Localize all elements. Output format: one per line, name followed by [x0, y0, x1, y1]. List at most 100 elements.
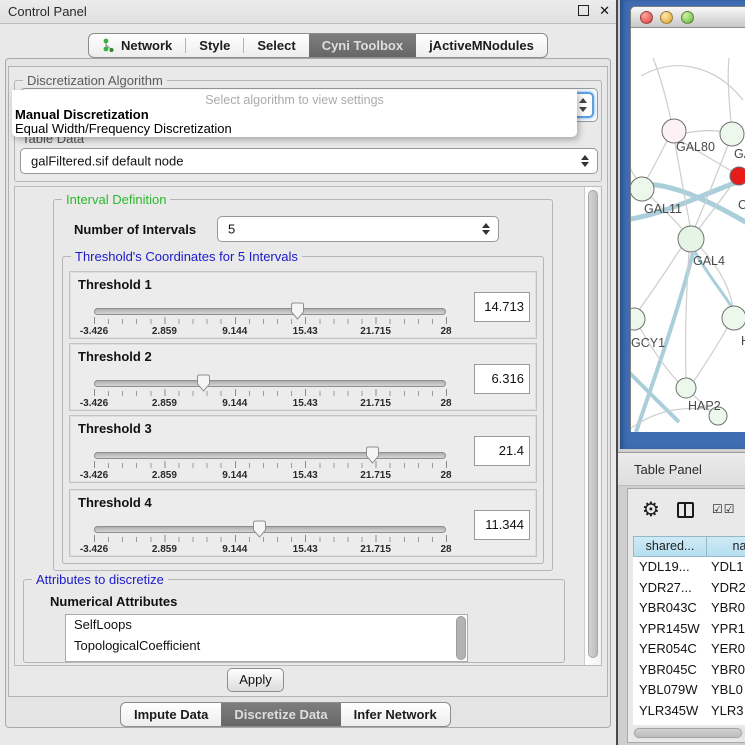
dropdown-option-equal-width[interactable]: Equal Width/Frequency Discretization [15, 121, 232, 136]
tab-select[interactable]: Select [244, 34, 308, 57]
discretization-algorithm-title: Discretization Algorithm [23, 73, 167, 88]
table-row[interactable]: YPR145WYPR1 [633, 619, 745, 640]
list-scrollbar[interactable] [456, 616, 466, 660]
network-icon [102, 38, 115, 53]
node-label-gal80: GAL80 [676, 140, 715, 154]
close-traffic-light-icon[interactable] [640, 11, 653, 24]
list-item[interactable]: TopologicalCoefficient [66, 636, 467, 657]
interval-definition-title: Interval Definition [62, 192, 170, 207]
gear-icon[interactable]: ⚙ [642, 497, 660, 521]
table-row[interactable]: YBL079WYBL0 [633, 680, 745, 701]
threshold-1-slider[interactable] [94, 308, 446, 315]
node-table: shared... na YDL19...YDL1 YDR27...YDR2 Y… [633, 536, 745, 725]
tab-cyni-toolbox[interactable]: Cyni Toolbox [309, 34, 416, 57]
network-window: GAL80 GA C GAL11 GAL4 GCY1 H HAP2 [630, 6, 745, 431]
minimize-traffic-light-icon[interactable] [660, 11, 673, 24]
tab-style[interactable]: Style [186, 34, 243, 57]
screen: Control Panel ✕ Network Style Se [0, 0, 745, 745]
node-gal11[interactable] [631, 177, 654, 201]
settings-scrollbar[interactable] [584, 187, 601, 665]
node-label-partial-h: H [741, 334, 745, 348]
threshold-1-value-field[interactable]: 14.713 [474, 292, 530, 322]
attributes-group-title: Attributes to discretize [32, 572, 168, 587]
checkboxes-icon[interactable]: ☑☑ [712, 502, 736, 516]
node-label-hap2: HAP2 [688, 399, 721, 413]
slider-tick-labels: -3.4262.8599.14415.4321.71528 [94, 544, 446, 556]
dropdown-option-manual[interactable]: Manual Discretization [15, 107, 149, 122]
numerical-attributes-list[interactable]: SelfLoops TopologicalCoefficient Between… [65, 614, 468, 662]
tab-discretize-data[interactable]: Discretize Data [221, 703, 340, 726]
settings-scrollbar-thumb[interactable] [588, 190, 598, 658]
tab-jactivemnodules[interactable]: jActiveMNodules [416, 34, 547, 57]
tab-impute-data[interactable]: Impute Data [121, 703, 221, 726]
network-graph [631, 28, 745, 432]
tab-jactive-label: jActiveMNodules [429, 38, 534, 53]
node-partial-top-right[interactable] [720, 122, 744, 146]
panel-title: Control Panel [8, 4, 87, 19]
combo-spinner-icon [580, 155, 589, 167]
column-header-name[interactable]: na [707, 536, 745, 557]
threshold-3-value-field[interactable]: 21.4 [474, 436, 530, 466]
table-row[interactable]: YBR043CYBR0 [633, 598, 745, 619]
node-hap2[interactable] [676, 378, 696, 398]
number-of-intervals-label: Number of Intervals [74, 222, 196, 237]
tab-discretize-label: Discretize Data [234, 707, 327, 722]
tab-impute-label: Impute Data [134, 707, 208, 722]
algorithm-dropdown-popup: Select algorithm to view settings Manual… [12, 90, 577, 137]
threshold-coordinates-title: Threshold's Coordinates for 5 Intervals [71, 249, 302, 264]
threshold-2-value-field[interactable]: 6.316 [474, 364, 530, 394]
table-row[interactable]: YDR27...YDR2 [633, 578, 745, 599]
network-window-titlebar[interactable] [631, 7, 745, 28]
node-red-selected[interactable] [730, 167, 745, 185]
bottom-tab-bar: Impute Data Discretize Data Infer Networ… [120, 702, 451, 727]
threshold-3-slider[interactable] [94, 452, 446, 459]
table-horizontal-scrollbar-thumb[interactable] [634, 728, 742, 738]
node-gcy1[interactable] [631, 308, 645, 330]
table-data-value: galFiltered.sif default node [31, 154, 183, 169]
tab-style-label: Style [199, 38, 230, 53]
tab-network[interactable]: Network [89, 34, 185, 57]
node-label-partial-ga: GA [734, 147, 745, 161]
interval-definition-group: Interval Definition Number of Intervals … [53, 199, 553, 571]
tab-infer-network[interactable]: Infer Network [341, 703, 450, 726]
slider-ticks-major [94, 461, 447, 468]
number-of-intervals-value: 5 [228, 222, 235, 237]
list-item[interactable]: SelfLoops [66, 615, 467, 636]
table-row[interactable]: YIL052CYIL0 [633, 721, 745, 725]
table-row[interactable]: YDL19...YDL1 [633, 557, 745, 578]
columns-icon[interactable] [677, 502, 694, 518]
close-icon[interactable]: ✕ [599, 4, 610, 17]
table-row[interactable]: YER054CYER0 [633, 639, 745, 660]
table-horizontal-scrollbar[interactable] [633, 727, 745, 739]
settings-scroll-pane: Interval Definition Number of Intervals … [14, 186, 602, 666]
number-of-intervals-combobox[interactable]: 5 [217, 216, 499, 242]
threshold-2-label: Threshold 2 [78, 349, 152, 364]
node-h[interactable] [722, 306, 745, 330]
top-tab-bar: Network Style Select Cyni Toolbox jActiv… [88, 33, 548, 58]
threshold-2-panel: Threshold 2 -3.4262.8599.14415.4321.7152… [69, 343, 537, 411]
column-header-shared-name[interactable]: shared... [633, 536, 707, 557]
table-data-combobox[interactable]: galFiltered.sif default node [20, 148, 598, 174]
tab-cyni-label: Cyni Toolbox [322, 38, 403, 53]
threshold-2-slider[interactable] [94, 380, 446, 387]
node-gal4[interactable] [678, 226, 704, 252]
threshold-4-slider[interactable] [94, 526, 446, 533]
list-item[interactable]: BetweennessCentrality [66, 657, 467, 662]
apply-button[interactable]: Apply [227, 668, 284, 692]
threshold-3-panel: Threshold 3 -3.4262.8599.14415.4321.7152… [69, 415, 537, 483]
threshold-4-value-field[interactable]: 11.344 [474, 510, 530, 540]
threshold-coordinates-group: Threshold's Coordinates for 5 Intervals … [62, 256, 544, 564]
network-canvas[interactable]: GAL80 GA C GAL11 GAL4 GCY1 H HAP2 [631, 28, 745, 432]
float-window-icon[interactable] [578, 5, 589, 16]
tab-infer-label: Infer Network [354, 707, 437, 722]
table-panel-title: Table Panel [634, 462, 702, 477]
numerical-attributes-heading: Numerical Attributes [50, 594, 177, 609]
table-row[interactable]: YLR345WYLR3 [633, 701, 745, 722]
network-view-frame: GAL80 GA C GAL11 GAL4 GCY1 H HAP2 [620, 0, 745, 449]
control-panel: Control Panel ✕ Network Style Se [0, 0, 618, 745]
threshold-4-panel: Threshold 4 -3.4262.8599.14415.4321.7152… [69, 489, 537, 557]
zoom-traffic-light-icon[interactable] [681, 11, 694, 24]
table-header: shared... na [633, 536, 745, 557]
table-panel-bar: Table Panel [618, 452, 745, 486]
table-row[interactable]: YBR045CYBR0 [633, 660, 745, 681]
